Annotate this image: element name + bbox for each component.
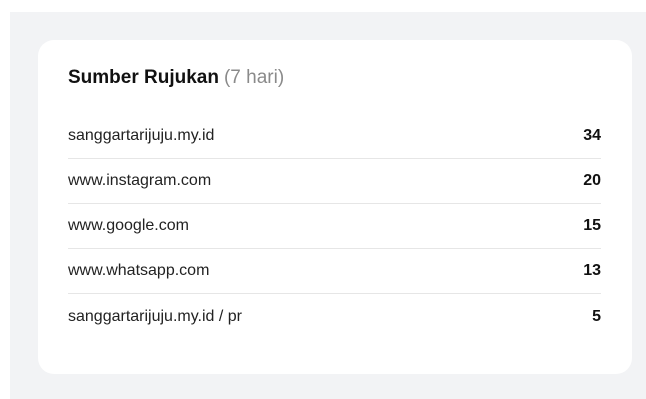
referrer-row: www.instagram.com 20 — [68, 159, 601, 204]
referrer-count: 15 — [583, 217, 601, 234]
referrer-list: sanggartarijuju.my.id 34 www.instagram.c… — [68, 114, 601, 339]
referrer-domain: sanggartarijuju.my.id / pr — [68, 307, 242, 325]
referrer-count: 34 — [583, 127, 601, 144]
referrer-count: 13 — [583, 262, 601, 279]
referrer-count: 20 — [583, 172, 601, 189]
referrer-card: Sumber Rujukan (7 hari) sanggartarijuju.m… — [38, 40, 632, 374]
referrer-count: 5 — [592, 307, 601, 325]
referrer-domain: www.instagram.com — [68, 172, 212, 189]
referrer-domain: www.whatsapp.com — [68, 262, 210, 279]
referrer-row: sanggartarijuju.my.id 34 — [68, 114, 601, 159]
referrer-row: sanggartarijuju.my.id / pr 5 — [68, 294, 601, 339]
referrer-row: www.google.com 15 — [68, 204, 601, 249]
referrer-domain: www.google.com — [68, 217, 189, 234]
referrer-domain: sanggartarijuju.my.id — [68, 127, 215, 144]
card-title-text: Sumber Rujukan — [68, 67, 219, 88]
card-title-period: (7 hari) — [223, 67, 285, 88]
card-title: Sumber Rujukan (7 hari) — [68, 67, 284, 89]
referrer-row: www.whatsapp.com 13 — [68, 249, 601, 294]
